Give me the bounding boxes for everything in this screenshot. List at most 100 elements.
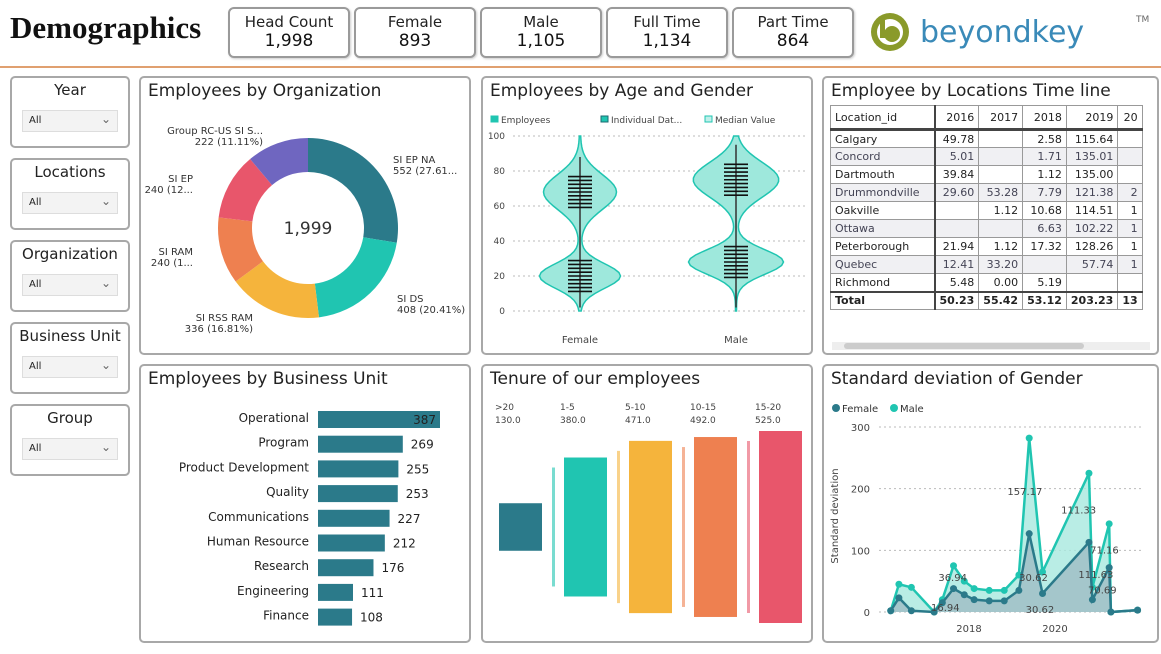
tenure-value-label: 525.0 xyxy=(755,416,781,426)
kpi-label: Full Time xyxy=(633,13,701,31)
bar-category-label: Finance xyxy=(263,609,309,623)
data-point[interactable] xyxy=(1134,606,1142,614)
donut-slice[interactable] xyxy=(314,237,397,318)
tenure-value-label: 130.0 xyxy=(495,416,521,426)
bar-value-label: 255 xyxy=(406,462,429,476)
data-point[interactable] xyxy=(1025,434,1033,442)
column-header[interactable]: 2017 xyxy=(978,105,1024,131)
data-point[interactable] xyxy=(1015,586,1023,594)
legend-marker xyxy=(490,115,499,123)
location-timeline-panel: Employee by Locations Time line Location… xyxy=(822,76,1159,355)
funnel-bar[interactable] xyxy=(629,440,672,614)
table-cell: 135.00 xyxy=(1065,165,1119,184)
bar[interactable] xyxy=(318,583,353,601)
column-header[interactable]: 20 xyxy=(1117,105,1143,131)
funnel-bar[interactable] xyxy=(694,437,737,617)
y-axis-label: Standard deviation xyxy=(830,468,841,563)
column-header[interactable]: 2016 xyxy=(933,105,980,131)
bar[interactable] xyxy=(318,509,390,527)
chevron-down-icon: ⌄ xyxy=(100,440,111,454)
y-tick-label: 200 xyxy=(851,485,870,496)
filter-year: Year All ⌄ xyxy=(10,76,130,148)
data-point[interactable] xyxy=(1085,469,1093,477)
data-point[interactable] xyxy=(887,607,895,615)
age-gender-panel: Employees by Age and Gender Employees Ind… xyxy=(481,76,813,355)
funnel-bar[interactable] xyxy=(499,503,542,551)
data-point[interactable] xyxy=(907,583,915,591)
filter-dropdown[interactable]: All ⌄ xyxy=(22,192,118,214)
dropdown-value: All xyxy=(29,197,42,208)
table-cell: Quebec xyxy=(830,255,936,274)
data-point[interactable] xyxy=(1000,586,1008,594)
data-point[interactable] xyxy=(907,607,915,615)
dropdown-value: All xyxy=(29,279,42,290)
kpi-value: 1,105 xyxy=(516,31,566,51)
table-cell: 50.23 xyxy=(933,290,980,310)
data-point[interactable] xyxy=(1105,520,1113,528)
bar[interactable] xyxy=(318,559,374,577)
tenure-category-label: 15-20 xyxy=(755,403,781,413)
data-point[interactable] xyxy=(1000,597,1008,605)
panel-title: Employees by Age and Gender xyxy=(490,81,754,101)
data-point[interactable] xyxy=(1088,596,1096,604)
data-point[interactable] xyxy=(1107,608,1115,616)
table-cell: 7.79 xyxy=(1022,183,1067,202)
table-cell: 2.58 xyxy=(1022,129,1067,148)
table-cell: Ottawa xyxy=(830,219,936,238)
funnel-bar[interactable] xyxy=(759,431,802,623)
table-cell: 203.23 xyxy=(1065,290,1119,310)
bar[interactable] xyxy=(318,460,399,478)
std-gender-panel: Standard deviation of Gender Female Male 0… xyxy=(822,364,1159,643)
panel-title: Employees by Business Unit xyxy=(148,369,388,389)
bar[interactable] xyxy=(318,485,398,503)
funnel-connector xyxy=(552,467,555,587)
tenure-value-label: 471.0 xyxy=(625,416,651,426)
data-point[interactable] xyxy=(1039,590,1047,597)
y-tick-label: 40 xyxy=(494,237,506,247)
column-header[interactable]: Location_id xyxy=(830,105,936,131)
bar[interactable] xyxy=(318,435,403,453)
table-row: Ottawa 6.63 102.22 1 xyxy=(830,219,1143,238)
bar-category-label: Product Development xyxy=(179,460,309,474)
legend-label-female: Female xyxy=(842,404,878,415)
bar[interactable] xyxy=(318,608,353,626)
table-cell: 0.00 xyxy=(978,273,1024,292)
kpi-label: Head Count xyxy=(244,13,334,31)
funnel-bar[interactable] xyxy=(564,457,607,597)
data-point[interactable] xyxy=(970,596,978,604)
y-tick-label: 100 xyxy=(851,546,870,557)
slice-value-label: 222 (11.11%) xyxy=(195,137,263,148)
table-cell: 1.71 xyxy=(1022,147,1067,166)
data-point[interactable] xyxy=(950,585,958,593)
kpi-label: Male xyxy=(523,13,559,31)
filter-dropdown[interactable]: All ⌄ xyxy=(22,274,118,296)
table-cell: Drummondville xyxy=(830,183,936,202)
filter-dropdown[interactable]: All ⌄ xyxy=(22,110,118,132)
data-point[interactable] xyxy=(895,580,903,588)
data-point[interactable] xyxy=(960,591,968,599)
horizontal-scrollbar[interactable] xyxy=(832,342,1150,350)
legend-label: Median Value xyxy=(715,116,776,126)
data-point[interactable] xyxy=(1025,530,1033,538)
tenure-panel: Tenure of our employees >20 130.0 1-5 380.0… xyxy=(481,364,813,643)
slice-name-label: SI EP NA xyxy=(393,155,435,166)
bar-value-label: 253 xyxy=(406,487,429,501)
filter-dropdown[interactable]: All ⌄ xyxy=(22,356,118,378)
filter-dropdown[interactable]: All ⌄ xyxy=(22,438,118,460)
column-header[interactable]: 2018 xyxy=(1022,105,1067,131)
legend-label-male: Male xyxy=(900,404,924,415)
data-point[interactable] xyxy=(950,562,958,570)
table-cell: 6.63 xyxy=(1022,219,1067,238)
table-row: Peterborough 21.94 1.12 17.32 128.26 1 xyxy=(830,237,1143,256)
data-point[interactable] xyxy=(985,586,993,594)
table-cell: 13 xyxy=(1117,290,1143,310)
tenure-category-label: 10-15 xyxy=(690,403,716,413)
table-cell: 128.26 xyxy=(1065,237,1119,256)
data-point[interactable] xyxy=(970,585,978,593)
table-cell: Total xyxy=(830,290,936,310)
table-cell: 1 xyxy=(1117,201,1143,220)
data-point[interactable] xyxy=(985,597,993,605)
data-point[interactable] xyxy=(895,594,903,602)
bar[interactable] xyxy=(318,534,385,552)
column-header[interactable]: 2019 xyxy=(1065,105,1119,131)
